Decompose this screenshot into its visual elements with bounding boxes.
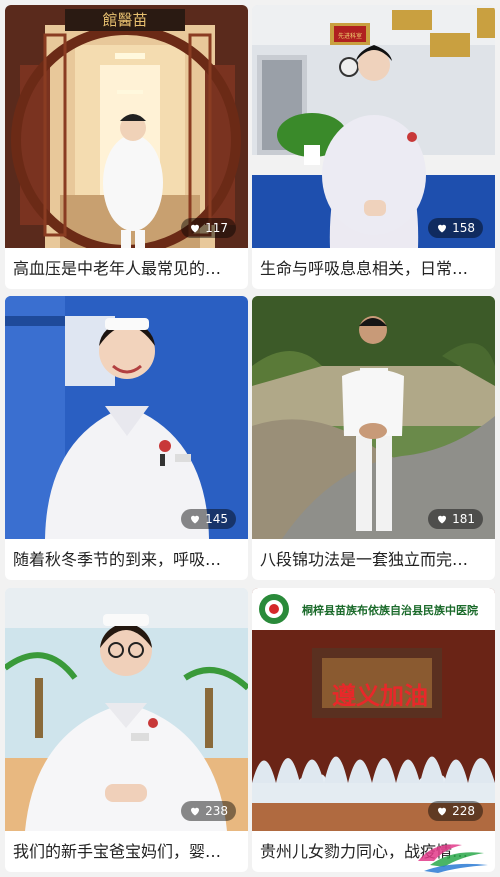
heart-icon	[438, 807, 447, 816]
video-caption[interactable]: 随着秋冬季节的到来，呼吸…	[13, 544, 240, 576]
plaque-text: 先进科室	[338, 32, 362, 40]
video-thumbnail[interactable]: 181	[252, 296, 495, 539]
video-card[interactable]: 先进科室 158 生命与呼吸息息相关，日常…	[252, 5, 495, 289]
like-count-badge: 228	[428, 801, 483, 821]
heart-icon	[191, 515, 200, 524]
heart-icon	[438, 224, 447, 233]
like-count: 238	[205, 804, 228, 818]
video-card[interactable]: 145 随着秋冬季节的到来，呼吸…	[5, 296, 248, 580]
nurse-nursery-image	[5, 588, 248, 831]
corridor-scene-image: 館醫苗	[5, 5, 248, 248]
taichi-outdoor-image	[252, 296, 495, 539]
heart-icon	[438, 515, 447, 524]
like-count: 158	[452, 221, 475, 235]
video-thumbnail[interactable]: 館醫苗 117	[5, 5, 248, 248]
like-count-badge: 238	[181, 801, 236, 821]
video-caption[interactable]: 高血压是中老年人最常见的…	[13, 253, 240, 285]
site-logo-watermark	[418, 844, 488, 873]
video-card[interactable]: 238 我们的新手宝爸宝妈们，婴…	[5, 588, 248, 872]
heart-icon	[191, 224, 200, 233]
hospital-banner-text: 桐梓县苗族布依族自治县民族中医院	[302, 603, 478, 617]
like-count-badge: 181	[428, 509, 483, 529]
nurse-station-scene-image: 先进科室	[252, 5, 495, 248]
slogan-text: 遵义加油	[332, 681, 428, 710]
like-count-badge: 117	[181, 218, 236, 238]
like-count: 117	[205, 221, 228, 235]
like-count-badge: 145	[181, 509, 236, 529]
corridor-sign-text: 館醫苗	[102, 11, 147, 29]
video-thumbnail[interactable]: 145	[5, 296, 248, 539]
like-count: 145	[205, 512, 228, 526]
heart-icon	[191, 807, 200, 816]
like-count-badge: 158	[428, 218, 483, 238]
video-card[interactable]: 181 八段锦功法是一套独立而完…	[252, 296, 495, 580]
nurse-blue-wall-image	[5, 296, 248, 539]
video-grid: 館醫苗 117 高血压是中老年人最常见的… 先进科室 158 生命与呼吸息息相关…	[0, 0, 500, 877]
video-card[interactable]: 館醫苗 117 高血压是中老年人最常见的…	[5, 5, 248, 289]
like-count: 228	[452, 804, 475, 818]
video-card[interactable]: 桐梓县苗族布依族自治县民族中医院 遵义加油 228 贵州儿女勠力同心，战疫情…	[252, 588, 495, 872]
video-caption[interactable]: 生命与呼吸息息相关，日常…	[260, 253, 487, 285]
video-thumbnail[interactable]: 238	[5, 588, 248, 831]
medical-team-image: 桐梓县苗族布依族自治县民族中医院 遵义加油	[252, 588, 495, 831]
video-caption[interactable]: 八段锦功法是一套独立而完…	[260, 544, 487, 576]
video-thumbnail[interactable]: 桐梓县苗族布依族自治县民族中医院 遵义加油 228	[252, 588, 495, 831]
video-caption[interactable]: 我们的新手宝爸宝妈们，婴…	[13, 836, 240, 868]
like-count: 181	[452, 512, 475, 526]
video-thumbnail[interactable]: 先进科室 158	[252, 5, 495, 248]
